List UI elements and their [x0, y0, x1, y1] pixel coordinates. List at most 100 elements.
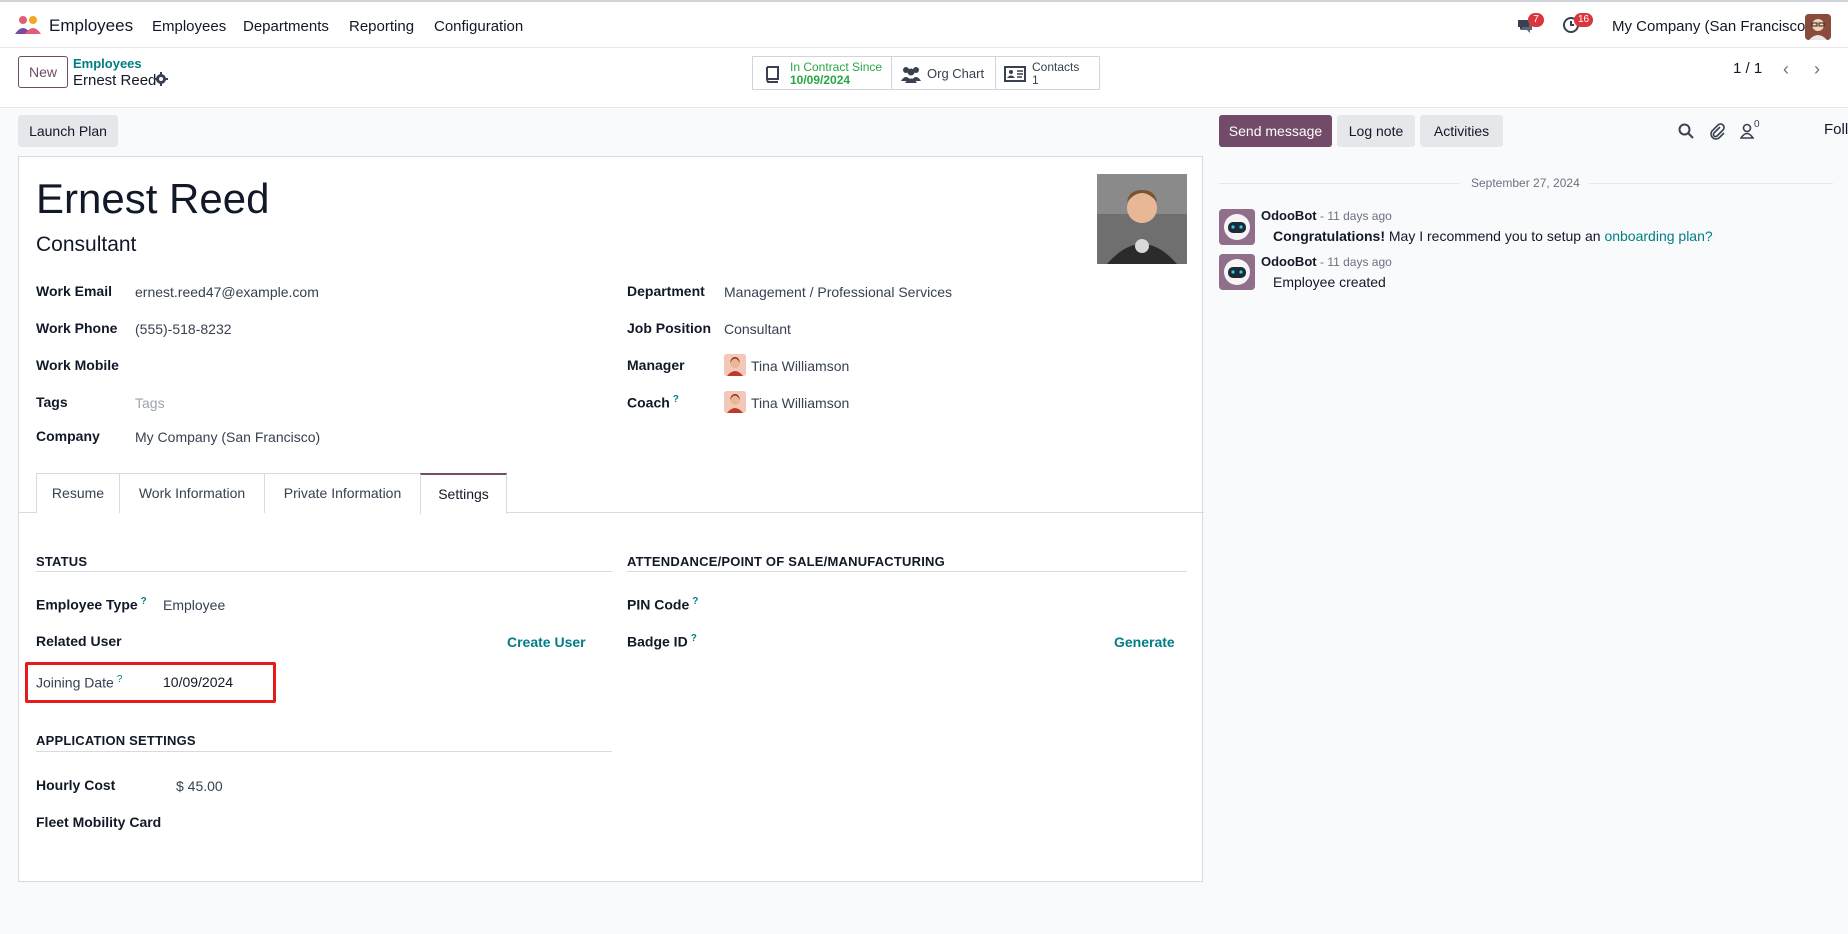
employee-type-label-text: Employee Type [36, 596, 138, 613]
hourly-cost-field[interactable]: $ 45.00 [176, 778, 223, 794]
followers-button[interactable]: 0 [1740, 119, 1768, 141]
employee-photo[interactable] [1097, 174, 1187, 264]
menu-reporting[interactable]: Reporting [349, 18, 414, 35]
work-phone-label: Work Phone [36, 320, 118, 336]
contacts-label: Contacts [1032, 60, 1080, 74]
divider [36, 751, 612, 752]
hourly-cost-label: Hourly Cost [36, 777, 116, 793]
message-bold-text: Congratulations! [1273, 228, 1385, 244]
employee-name[interactable]: Ernest Reed [36, 175, 269, 223]
users-icon [901, 67, 921, 83]
contract-label: In Contract Since [790, 60, 883, 74]
company-label: Company [36, 428, 100, 444]
coach-field[interactable]: Tina Williamson [751, 395, 849, 411]
odoobot-avatar[interactable] [1219, 254, 1255, 290]
message-author[interactable]: OdooBot [1261, 208, 1317, 223]
activities-button[interactable]: Activities [1420, 115, 1503, 147]
user-avatar[interactable] [1805, 14, 1831, 40]
employee-type-label: Employee Type? [36, 596, 147, 613]
tags-field[interactable]: Tags [135, 395, 165, 411]
messages-badge: 7 [1528, 13, 1544, 27]
message-author[interactable]: OdooBot [1261, 254, 1317, 269]
search-icon[interactable] [1677, 122, 1695, 140]
work-mobile-field[interactable] [135, 358, 435, 376]
work-phone-field[interactable]: (555)-518-8232 [135, 321, 232, 337]
gear-icon[interactable] [154, 72, 168, 86]
employee-type-field[interactable]: Employee [163, 597, 225, 613]
org-chart-smart-button[interactable]: Org Chart [891, 56, 996, 90]
followers-count: 0 [1754, 119, 1760, 130]
breadcrumb-employees[interactable]: Employees [73, 56, 142, 71]
menu-configuration[interactable]: Configuration [434, 18, 523, 35]
contract-smart-button[interactable]: In Contract Since 10/09/2024 [752, 56, 892, 90]
badge-id-label-text: Badge ID [627, 633, 688, 650]
control-panel: New Employees Ernest Reed In Contract Si… [0, 48, 1848, 108]
activities-badge: 16 [1574, 13, 1594, 27]
tab-settings[interactable]: Settings [420, 473, 507, 514]
launch-plan-button[interactable]: Launch Plan [18, 115, 118, 147]
badge-id-label: Badge ID? [627, 633, 697, 650]
application-settings-title: APPLICATION SETTINGS [36, 733, 196, 748]
coach-label: Coach? [627, 394, 679, 411]
tab-private-information[interactable]: Private Information [264, 473, 421, 513]
top-navbar: Employees Employees Departments Reportin… [0, 0, 1848, 48]
create-user-button[interactable]: Create User [507, 634, 586, 650]
work-email-field[interactable]: ernest.reed47@example.com [135, 284, 319, 300]
messages-icon[interactable]: 7 [1516, 13, 1544, 36]
employee-form-sheet: Ernest Reed Consultant Work Email ernest… [18, 156, 1204, 882]
message-timestamp: - 11 days ago [1320, 209, 1392, 223]
new-button[interactable]: New [18, 56, 68, 88]
work-email-label: Work Email [36, 283, 112, 299]
manager-avatar [724, 354, 746, 376]
address-card-icon [1004, 66, 1026, 82]
coach-avatar [724, 391, 746, 413]
contract-date: 10/09/2024 [790, 73, 851, 87]
generate-badge-button[interactable]: Generate [1114, 634, 1175, 650]
paperclip-icon[interactable] [1708, 122, 1726, 140]
company-field[interactable]: My Company (San Francisco) [135, 429, 320, 445]
company-switcher[interactable]: My Company (San Francisco) [1612, 18, 1810, 35]
manager-field[interactable]: Tina Williamson [751, 358, 849, 374]
menu-departments[interactable]: Departments [243, 18, 329, 35]
pager-next-icon[interactable]: › [1803, 56, 1831, 82]
form-tabs: Resume Work Information Private Informat… [19, 473, 1204, 514]
manager-label: Manager [627, 357, 685, 373]
divider [36, 571, 612, 572]
tab-resume[interactable]: Resume [36, 473, 120, 513]
attendance-section-title: ATTENDANCE/POINT OF SALE/MANUFACTURING [627, 554, 945, 569]
divider [627, 571, 1187, 572]
pin-code-label-text: PIN Code [627, 596, 690, 613]
tags-label: Tags [36, 394, 68, 410]
book-icon [766, 66, 779, 83]
divider [1219, 183, 1460, 184]
job-position-field[interactable]: Consultant [724, 321, 791, 337]
date-separator: September 27, 2024 [1471, 176, 1580, 190]
message-timestamp: - 11 days ago [1320, 255, 1392, 269]
department-field[interactable]: Management / Professional Services [724, 284, 952, 300]
department-label: Department [627, 283, 705, 299]
app-name[interactable]: Employees [49, 16, 133, 36]
message-body: Congratulations! May I recommend you to … [1273, 228, 1713, 244]
highlight-box [25, 662, 276, 703]
log-note-button[interactable]: Log note [1337, 115, 1415, 147]
org-chart-label: Org Chart [927, 66, 985, 81]
activities-clock-icon[interactable]: 16 [1562, 13, 1594, 36]
employee-job-title[interactable]: Consultant [36, 233, 136, 257]
contacts-count: 1 [1032, 73, 1039, 87]
send-message-button[interactable]: Send message [1219, 115, 1332, 147]
menu-employees[interactable]: Employees [152, 18, 226, 35]
pager-previous-icon[interactable]: ‹ [1772, 56, 1800, 82]
follow-button[interactable]: Follow [1824, 121, 1848, 138]
employees-app-icon[interactable] [14, 14, 42, 36]
help-icon[interactable]: ? [141, 596, 147, 607]
fleet-card-label: Fleet Mobility Card [36, 814, 162, 830]
odoobot-avatar[interactable] [1219, 209, 1255, 245]
help-icon[interactable]: ? [692, 596, 698, 607]
help-icon[interactable]: ? [673, 394, 679, 405]
pager-value[interactable]: 1 / 1 [1733, 60, 1762, 77]
related-user-label: Related User [36, 633, 122, 649]
help-icon[interactable]: ? [691, 633, 697, 644]
onboarding-plan-link[interactable]: onboarding plan? [1604, 228, 1712, 244]
contacts-smart-button[interactable]: Contacts 1 [995, 56, 1100, 90]
tab-work-information[interactable]: Work Information [119, 473, 265, 513]
